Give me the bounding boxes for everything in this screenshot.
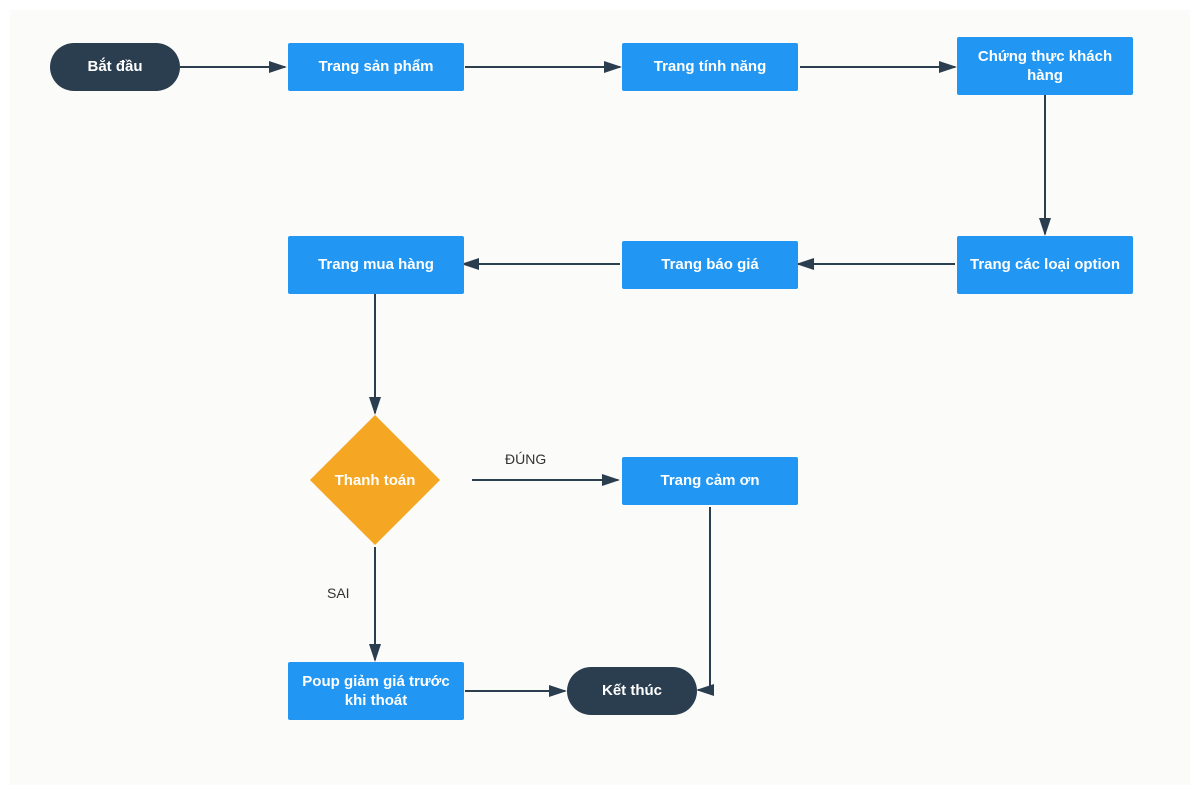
start-node: Bắt đầu: [50, 43, 180, 91]
payment-decision-node: Thanh toán: [310, 415, 440, 545]
flowchart-canvas: Bắt đầu Trang sản phẩm Trang tính năng C…: [10, 10, 1190, 785]
purchase-page-node: Trang mua hàng: [288, 236, 464, 294]
pricing-page-label: Trang báo giá: [661, 255, 759, 275]
exit-popup-label: Poup giảm giá trước khi thoát: [298, 672, 454, 711]
edge-label-false: SAI: [327, 585, 350, 601]
end-label: Kết thúc: [602, 681, 662, 701]
customer-auth-label: Chứng thực khách hàng: [967, 47, 1123, 86]
exit-popup-node: Poup giảm giá trước khi thoát: [288, 662, 464, 720]
payment-decision-label: Thanh toán: [335, 472, 416, 489]
thankyou-page-label: Trang cảm ơn: [660, 471, 759, 491]
edge-label-true: ĐÚNG: [505, 451, 546, 467]
feature-page-node: Trang tính năng: [622, 43, 798, 91]
feature-page-label: Trang tính năng: [654, 57, 767, 77]
thankyou-page-node: Trang cảm ơn: [622, 457, 798, 505]
end-node: Kết thúc: [567, 667, 697, 715]
product-page-node: Trang sản phẩm: [288, 43, 464, 91]
customer-auth-node: Chứng thực khách hàng: [957, 37, 1133, 95]
pricing-page-node: Trang báo giá: [622, 241, 798, 289]
options-page-label: Trang các loại option: [970, 255, 1120, 275]
purchase-page-label: Trang mua hàng: [318, 255, 434, 275]
product-page-label: Trang sản phẩm: [318, 57, 433, 77]
start-label: Bắt đầu: [87, 57, 142, 77]
options-page-node: Trang các loại option: [957, 236, 1133, 294]
